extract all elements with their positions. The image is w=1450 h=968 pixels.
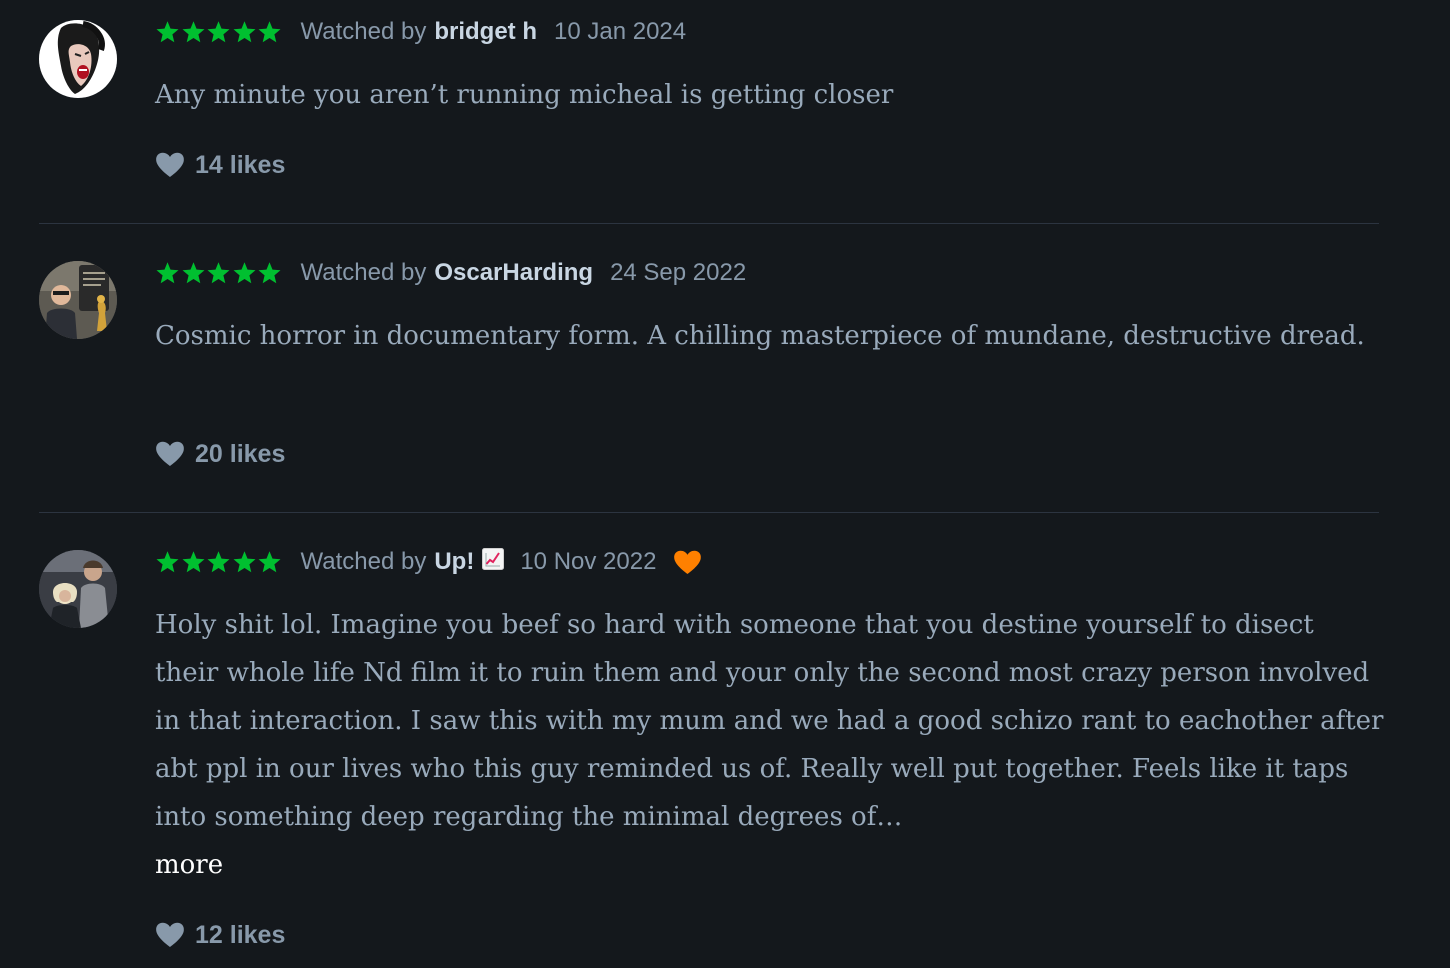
likes-count[interactable]: 12 likes	[155, 920, 285, 950]
review-meta: Watched by bridget h 10 Jan 2024	[155, 18, 686, 46]
star-icon	[233, 551, 255, 573]
rating-stars	[155, 261, 283, 285]
likes-label: 20 likes	[195, 439, 286, 468]
avatar[interactable]	[39, 20, 117, 98]
review-text: Cosmic horror in documentary form. A chi…	[155, 312, 1385, 360]
likes-label: 14 likes	[195, 150, 286, 179]
star-icon	[233, 262, 255, 284]
star-icon	[207, 262, 230, 284]
likes-label: 12 likes	[195, 920, 286, 949]
rating-stars	[155, 550, 283, 574]
star-icon	[182, 21, 204, 43]
star-icon	[258, 262, 281, 284]
reviews-list: Watched by bridget h 10 Jan 2024 Any min…	[0, 0, 1450, 968]
review-divider	[39, 512, 1379, 513]
star-icon	[207, 21, 230, 43]
review-body[interactable]: Cosmic horror in documentary form. A chi…	[155, 321, 1365, 351]
review-text: Any minute you aren’t running micheal is…	[155, 71, 1385, 119]
review-meta: Watched by Up! 10 Nov 2022	[155, 547, 702, 577]
review-date[interactable]: 10 Jan 2024	[554, 18, 686, 46]
review-date[interactable]: 24 Sep 2022	[610, 259, 746, 287]
likes-count[interactable]: 20 likes	[155, 439, 285, 469]
watched-by-label: Watched by	[300, 548, 427, 575]
review-body[interactable]: Holy shit lol. Imagine you beef so hard …	[155, 610, 1383, 832]
heart-icon	[156, 441, 184, 466]
star-icon	[258, 551, 281, 573]
review-meta: Watched by OscarHarding 24 Sep 2022	[155, 259, 746, 287]
reviewer-username[interactable]: bridget h	[434, 18, 537, 46]
review-date[interactable]: 10 Nov 2022	[520, 548, 656, 576]
reviewer-username[interactable]: OscarHarding	[434, 259, 593, 287]
star-icon	[156, 262, 179, 284]
more-link[interactable]: more	[155, 841, 1385, 889]
chart-increasing-emoji	[482, 547, 505, 577]
avatar[interactable]	[39, 550, 117, 628]
watched-by-label: Watched by	[300, 18, 427, 45]
review-body[interactable]: Any minute you aren’t running micheal is…	[155, 80, 893, 110]
liked-heart-icon	[674, 550, 702, 574]
avatar[interactable]	[39, 261, 117, 339]
star-icon	[182, 262, 204, 284]
watched-by-label: Watched by	[300, 259, 427, 286]
chart-increasing-icon	[482, 547, 505, 570]
star-icon	[156, 21, 179, 43]
review-text: Holy shit lol. Imagine you beef so hard …	[155, 601, 1385, 889]
star-icon	[156, 551, 179, 573]
star-icon	[182, 551, 204, 573]
liked-indicator	[673, 550, 702, 575]
review-divider	[39, 223, 1379, 224]
star-icon	[258, 21, 281, 43]
likes-count[interactable]: 14 likes	[155, 150, 285, 180]
heart-icon	[156, 152, 184, 177]
star-icon	[207, 551, 230, 573]
reviewer-username[interactable]: Up!	[434, 548, 474, 576]
star-icon	[233, 21, 255, 43]
heart-icon	[156, 922, 184, 947]
rating-stars	[155, 20, 283, 44]
